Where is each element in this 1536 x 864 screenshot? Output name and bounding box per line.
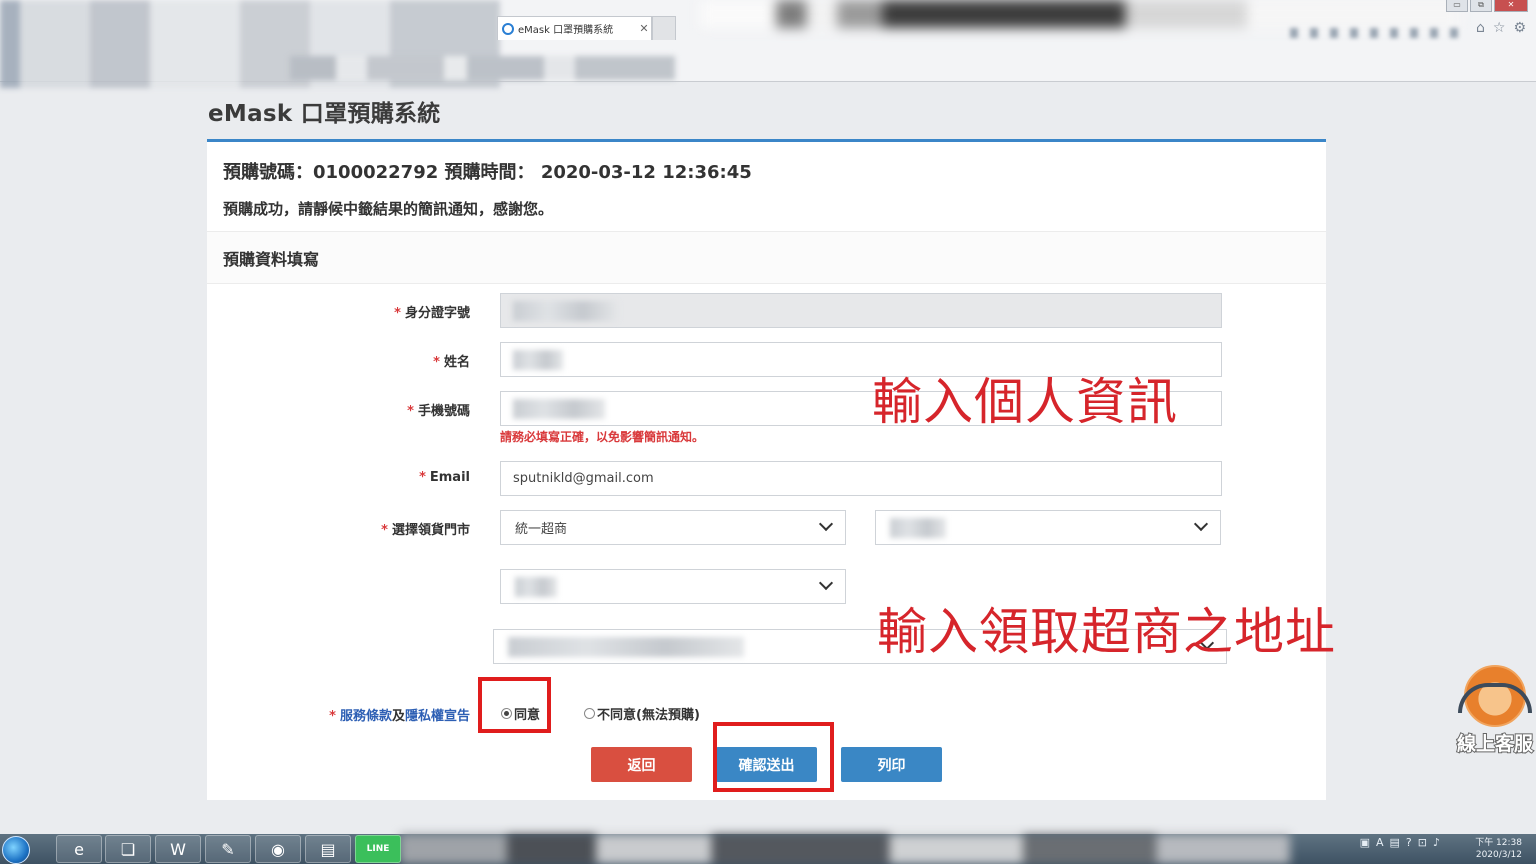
clock[interactable]: 下午 12:38 2020/3/12 xyxy=(1475,837,1522,861)
chevron-down-icon xyxy=(818,516,834,532)
chevron-down-icon xyxy=(1193,516,1209,532)
masked-value xyxy=(508,636,744,657)
annotation-store-address: 輸入領取超商之地址 xyxy=(877,603,1336,661)
close-window-button[interactable]: ✕ xyxy=(1494,0,1528,12)
line-icon[interactable]: LINE xyxy=(355,835,401,863)
required-mark: * xyxy=(407,404,414,419)
customer-service-widget[interactable]: 線上客服 xyxy=(1454,665,1536,760)
required-mark: * xyxy=(433,355,440,370)
print-button[interactable]: 列印 xyxy=(841,747,942,782)
email-value: sputnikld@gmail.com xyxy=(513,471,654,486)
browser-toolbar: ⌂ ☆ ⚙ xyxy=(1476,20,1526,36)
ie-icon xyxy=(502,22,514,35)
order-number-label: 預購號碼： xyxy=(223,162,313,183)
help-icon[interactable]: ? xyxy=(1406,836,1412,849)
blurred-taskbar-area xyxy=(400,834,1290,864)
masked-value xyxy=(890,517,946,538)
tray-icon[interactable]: ▣ xyxy=(1360,836,1370,849)
order-info: 預購號碼：0100022792 預購時間： 2020-03-12 12:36:4… xyxy=(207,142,1326,232)
order-time: 2020-03-12 12:36:45 xyxy=(540,162,752,183)
name-label-text: 姓名 xyxy=(443,355,470,370)
volume-icon[interactable]: ♪ xyxy=(1433,836,1440,849)
disagree-label: 不同意(無法預購) xyxy=(597,708,700,723)
new-tab-button[interactable] xyxy=(652,16,676,40)
annotation-personal-info: 輸入個人資訊 xyxy=(872,373,1178,431)
clock-date: 2020/3/12 xyxy=(1475,850,1522,860)
back-button[interactable]: 返回 xyxy=(591,747,692,782)
minimize-button[interactable]: ▭ xyxy=(1446,0,1468,12)
maximize-button[interactable]: ⧉ xyxy=(1470,0,1492,12)
terms-label: * 服務條款及隱私權宣告 xyxy=(329,705,470,724)
id-label: * 身分證字號 xyxy=(394,302,470,321)
required-mark: * xyxy=(329,709,336,724)
start-button-icon[interactable] xyxy=(2,836,30,864)
required-mark: * xyxy=(394,306,401,321)
phone-label: * 手機號碼 xyxy=(407,400,470,419)
blurred-address-bar xyxy=(290,56,675,80)
chrome-icon[interactable]: ◉ xyxy=(255,835,301,863)
taskbar: e ❏ W ✎ ◉ ▤ LINE ▣ A ▤ ? ⊡ ♪ 下午 12:38 20… xyxy=(0,834,1536,864)
tab-title: eMask 口罩預購系統 xyxy=(518,25,614,36)
chevron-down-icon xyxy=(818,575,834,591)
browser-chrome: eMask 口罩預購系統 ✕ ▭ ⧉ ✕ ⌂ ☆ ⚙ xyxy=(0,0,1536,88)
masked-value xyxy=(513,349,563,370)
phone-hint: 請務必填寫正確，以免影響簡訊通知。 xyxy=(500,430,705,444)
disagree-radio[interactable]: 不同意(無法預購) xyxy=(584,704,700,723)
order-line: 預購號碼：0100022792 預購時間： 2020-03-12 12:36:4… xyxy=(223,158,1310,184)
email-field[interactable]: sputnikld@gmail.com xyxy=(500,461,1222,496)
submit-highlight-box xyxy=(713,722,834,792)
privacy-link[interactable]: 隱私權宣告 xyxy=(405,709,470,724)
phone-label-text: 手機號碼 xyxy=(417,404,470,419)
store-chain-select[interactable]: 統一超商 xyxy=(500,510,846,545)
blurred-background xyxy=(700,0,1460,28)
store-label: * 選擇領貨門市 xyxy=(381,519,470,538)
blurred-toolbar xyxy=(1290,28,1470,38)
star-icon[interactable]: ☆ xyxy=(1493,20,1506,36)
masked-value xyxy=(513,300,618,321)
page-title: eMask 口罩預購系統 xyxy=(208,101,441,127)
section-title: 預購資料填寫 xyxy=(207,232,1326,284)
masked-value xyxy=(515,576,557,597)
city-select[interactable] xyxy=(875,510,1221,545)
clock-time: 下午 12:38 xyxy=(1475,838,1522,848)
word-icon[interactable]: W xyxy=(155,835,201,863)
browser-tab[interactable]: eMask 口罩預購系統 ✕ xyxy=(497,16,652,40)
window-controls: ▭ ⧉ ✕ xyxy=(1446,0,1528,12)
radio-unchecked-icon[interactable] xyxy=(584,708,595,719)
required-mark: * xyxy=(419,470,426,485)
system-tray: ▣ A ▤ ? ⊡ ♪ xyxy=(1360,836,1440,849)
tray-icon[interactable]: A xyxy=(1376,836,1384,849)
success-message: 預購成功，請靜候中籤結果的簡訊通知，感謝您。 xyxy=(223,200,554,218)
home-icon[interactable]: ⌂ xyxy=(1476,20,1485,36)
network-icon[interactable]: ⊡ xyxy=(1418,836,1427,849)
folder-icon[interactable]: ❏ xyxy=(105,835,151,863)
id-label-text: 身分證字號 xyxy=(404,306,470,321)
name-label: * 姓名 xyxy=(433,351,470,370)
terms-link[interactable]: 服務條款 xyxy=(340,709,392,724)
district-select[interactable] xyxy=(500,569,846,604)
terms-and: 及 xyxy=(391,709,405,724)
order-card: 預購號碼：0100022792 預購時間： 2020-03-12 12:36:4… xyxy=(207,139,1326,800)
store-label-text: 選擇領貨門市 xyxy=(391,523,470,538)
explorer-icon[interactable]: ▤ xyxy=(305,835,351,863)
gear-icon[interactable]: ⚙ xyxy=(1513,20,1526,36)
ie-icon[interactable]: e xyxy=(56,835,102,863)
id-field xyxy=(500,293,1222,328)
close-icon[interactable]: ✕ xyxy=(637,22,651,35)
email-label-text: Email xyxy=(429,470,470,485)
agree-highlight-box xyxy=(478,677,551,733)
email-label: * Email xyxy=(419,470,470,485)
customer-service-label: 線上客服 xyxy=(1456,732,1534,756)
paint-icon[interactable]: ✎ xyxy=(205,835,251,863)
required-mark: * xyxy=(381,523,388,538)
order-time-label: 預購時間： xyxy=(444,162,535,183)
masked-value xyxy=(513,398,605,419)
tray-icon[interactable]: ▤ xyxy=(1390,836,1400,849)
store-chain-value: 統一超商 xyxy=(515,522,568,537)
order-number: 0100022792 xyxy=(313,162,439,183)
